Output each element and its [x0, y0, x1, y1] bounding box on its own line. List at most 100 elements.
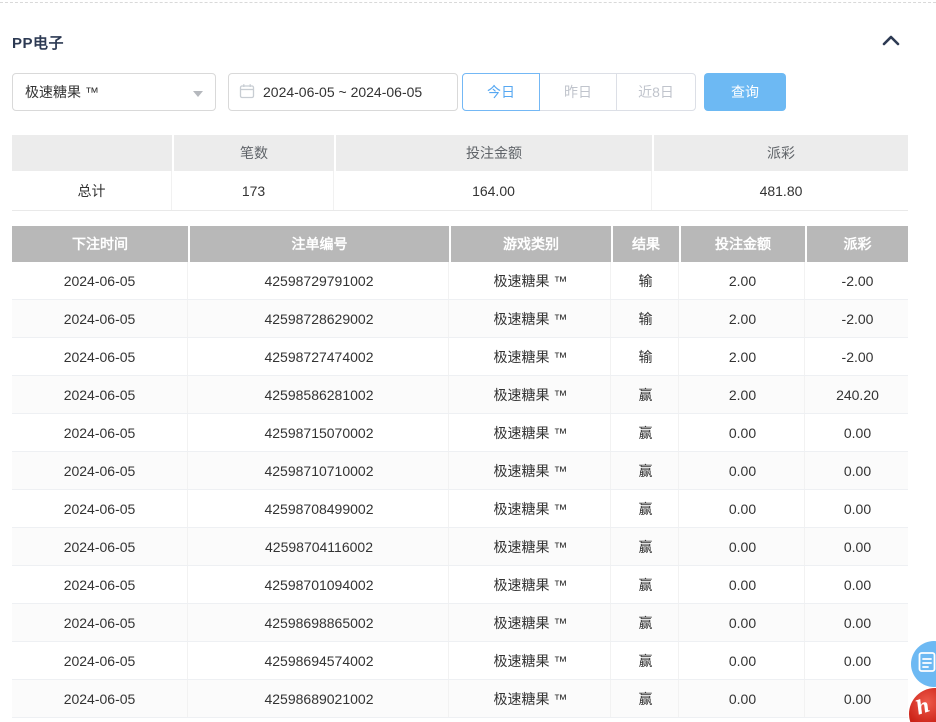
summary-total-row: 总计 173 164.00 481.80: [12, 171, 908, 211]
table-row: 2024-06-05 42598729791002 极速糖果 ™ 输 2.00 …: [12, 262, 908, 300]
cell-game: 极速糖果 ™: [451, 566, 611, 603]
cell-bet-time: 2024-06-05: [12, 262, 188, 299]
cell-game: 极速糖果 ™: [451, 300, 611, 337]
help-icon: h: [913, 694, 933, 719]
cell-bet-time: 2024-06-05: [12, 300, 188, 337]
table-row: 2024-06-05 42598728629002 极速糖果 ™ 输 2.00 …: [12, 300, 908, 338]
cell-result: 赢: [613, 642, 679, 679]
cell-result: 输: [613, 262, 679, 299]
bets-header-order-no: 注单编号: [190, 226, 449, 262]
summary-header-blank: [12, 135, 172, 171]
cell-bet-time: 2024-06-05: [12, 604, 188, 641]
cell-payout: 0.00: [807, 414, 908, 451]
quick-range-yesterday-button[interactable]: 昨日: [539, 73, 617, 111]
cell-bet-amount: 0.00: [681, 414, 805, 451]
cell-bet-time: 2024-06-05: [12, 680, 188, 717]
table-row: 2024-06-05 42598689021002 极速糖果 ™ 赢 0.00 …: [12, 680, 908, 718]
quick-range-last8days-button[interactable]: 近8日: [616, 73, 696, 111]
cell-order-no: 42598715070002: [190, 414, 449, 451]
table-row: 2024-06-05 42598727474002 极速糖果 ™ 输 2.00 …: [12, 338, 908, 376]
table-row: 2024-06-05 42598715070002 极速糖果 ™ 赢 0.00 …: [12, 414, 908, 452]
cell-game: 极速糖果 ™: [451, 490, 611, 527]
cell-order-no: 42598701094002: [190, 566, 449, 603]
summary-header-payout: 派彩: [654, 135, 908, 171]
cell-order-no: 42598694574002: [190, 642, 449, 679]
bets-body: 2024-06-05 42598729791002 极速糖果 ™ 输 2.00 …: [12, 262, 908, 718]
cell-bet-amount: 0.00: [681, 680, 805, 717]
table-row: 2024-06-05 42598710710002 极速糖果 ™ 赢 0.00 …: [12, 452, 908, 490]
cell-payout: -2.00: [807, 300, 908, 337]
summary-total-label: 总计: [12, 171, 172, 210]
cell-result: 赢: [613, 414, 679, 451]
bets-header-result: 结果: [613, 226, 679, 262]
cell-bet-amount: 2.00: [681, 262, 805, 299]
summary-header-row: 笔数 投注金额 派彩: [12, 135, 908, 171]
cell-payout: 0.00: [807, 566, 908, 603]
cell-bet-amount: 0.00: [681, 566, 805, 603]
summary-total-bet-amount: 164.00: [336, 171, 652, 210]
cell-bet-time: 2024-06-05: [12, 566, 188, 603]
calendar-icon: [239, 83, 263, 102]
cell-payout: 0.00: [807, 452, 908, 489]
cell-bet-time: 2024-06-05: [12, 642, 188, 679]
cell-bet-amount: 2.00: [681, 300, 805, 337]
cell-bet-time: 2024-06-05: [12, 528, 188, 565]
cell-order-no: 42598727474002: [190, 338, 449, 375]
bets-header-bet-amount: 投注金额: [681, 226, 805, 262]
cell-result: 赢: [613, 604, 679, 641]
cell-payout: 240.20: [807, 376, 908, 413]
table-row: 2024-06-05 42598694574002 极速糖果 ™ 赢 0.00 …: [12, 642, 908, 680]
cell-result: 输: [613, 338, 679, 375]
summary-header-bet-amount: 投注金额: [336, 135, 652, 171]
cell-bet-amount: 0.00: [681, 604, 805, 641]
cell-order-no: 42598728629002: [190, 300, 449, 337]
bets-table: 下注时间 注单编号 游戏类别 结果 投注金额 派彩 2024-06-05 425…: [12, 226, 908, 718]
query-button[interactable]: 查询: [704, 73, 786, 111]
cell-game: 极速糖果 ™: [451, 262, 611, 299]
help-floating-button[interactable]: h: [909, 688, 936, 722]
summary-total-payout: 481.80: [654, 171, 908, 210]
bets-header-time: 下注时间: [12, 226, 188, 262]
summary-header-count: 笔数: [174, 135, 334, 171]
cell-bet-time: 2024-06-05: [12, 490, 188, 527]
table-row: 2024-06-05 42598704116002 极速糖果 ™ 赢 0.00 …: [12, 528, 908, 566]
table-row: 2024-06-05 42598586281002 极速糖果 ™ 赢 2.00 …: [12, 376, 908, 414]
date-range-input[interactable]: 2024-06-05 ~ 2024-06-05: [228, 73, 458, 111]
cell-order-no: 42598708499002: [190, 490, 449, 527]
cell-payout: 0.00: [807, 490, 908, 527]
table-row: 2024-06-05 42598701094002 极速糖果 ™ 赢 0.00 …: [12, 566, 908, 604]
cell-order-no: 42598704116002: [190, 528, 449, 565]
bets-header-row: 下注时间 注单编号 游戏类别 结果 投注金额 派彩: [12, 226, 908, 262]
cell-payout: -2.00: [807, 262, 908, 299]
cell-bet-amount: 0.00: [681, 528, 805, 565]
report-page: PP电子 极速糖果 ™ 2024-06-05 ~ 2024-06-05 今日: [0, 0, 936, 722]
cell-payout: 0.00: [807, 604, 908, 641]
cell-payout: 0.00: [807, 528, 908, 565]
cell-game: 极速糖果 ™: [451, 604, 611, 641]
cell-result: 赢: [613, 490, 679, 527]
cell-bet-amount: 2.00: [681, 338, 805, 375]
cell-result: 赢: [613, 528, 679, 565]
cell-result: 赢: [613, 680, 679, 717]
cell-bet-amount: 0.00: [681, 452, 805, 489]
top-dashed-divider: [0, 2, 936, 3]
feedback-floating-button[interactable]: [911, 641, 936, 687]
quick-range-today-button[interactable]: 今日: [462, 73, 540, 111]
cell-order-no: 42598698865002: [190, 604, 449, 641]
summary-total-count: 173: [174, 171, 334, 210]
cell-bet-time: 2024-06-05: [12, 452, 188, 489]
cell-bet-time: 2024-06-05: [12, 376, 188, 413]
filter-bar: 极速糖果 ™ 2024-06-05 ~ 2024-06-05 今日 昨日 近8日…: [12, 73, 786, 111]
cell-bet-amount: 0.00: [681, 642, 805, 679]
bets-header-game: 游戏类别: [451, 226, 611, 262]
cell-bet-amount: 0.00: [681, 490, 805, 527]
cell-order-no: 42598689021002: [190, 680, 449, 717]
cell-payout: 0.00: [807, 680, 908, 717]
cell-result: 赢: [613, 566, 679, 603]
collapse-panel-button[interactable]: [880, 32, 902, 52]
caret-down-icon: [193, 91, 203, 97]
date-range-value: 2024-06-05 ~ 2024-06-05: [263, 84, 422, 100]
game-select[interactable]: 极速糖果 ™: [12, 73, 216, 111]
cell-game: 极速糖果 ™: [451, 680, 611, 717]
panel-header: PP电子: [12, 30, 902, 54]
